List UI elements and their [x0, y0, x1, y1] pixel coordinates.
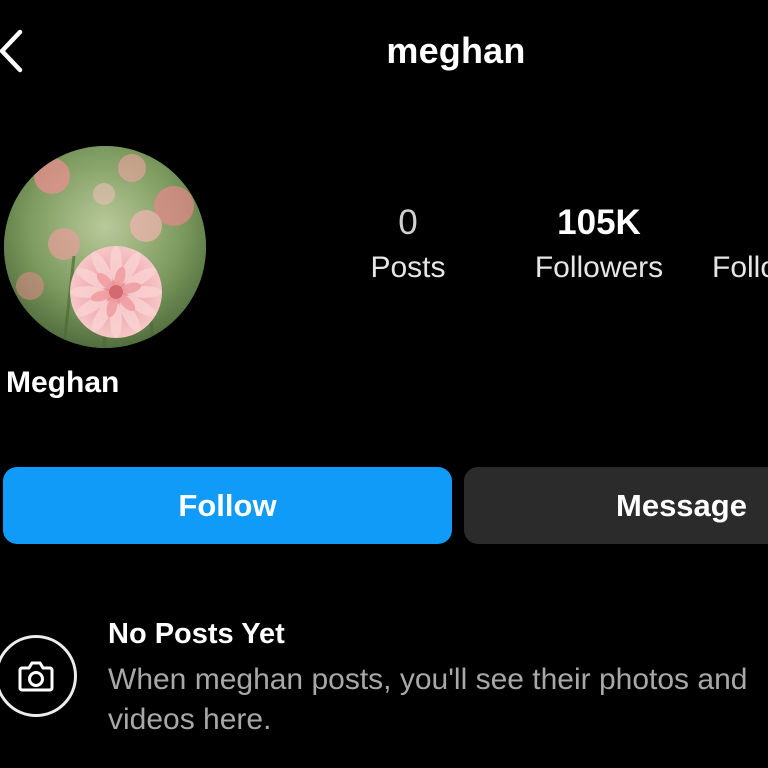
posts-stat[interactable]: 0 Posts [346, 200, 470, 290]
posts-label: Posts [370, 251, 446, 284]
follow-button[interactable]: Follow [3, 467, 452, 544]
following-count [712, 200, 768, 246]
message-button-label: Message [616, 488, 747, 523]
message-button[interactable]: Message [464, 467, 768, 544]
camera-circle [0, 635, 77, 717]
no-posts-title: No Posts Yet [108, 618, 285, 650]
following-label: Following [712, 251, 768, 284]
following-stat[interactable]: Following [712, 200, 768, 290]
header-username: meghan [386, 30, 526, 71]
followers-label: Followers [534, 251, 664, 284]
avatar-image [4, 146, 206, 348]
followers-count: 105K [557, 203, 641, 242]
avatar[interactable] [4, 146, 206, 348]
display-name: Meghan [6, 366, 120, 399]
camera-icon [18, 661, 54, 692]
posts-count: 0 [398, 203, 418, 242]
no-posts-description: When meghan posts, you'll see their phot… [108, 663, 748, 736]
followers-stat[interactable]: 105K Followers [516, 200, 682, 290]
